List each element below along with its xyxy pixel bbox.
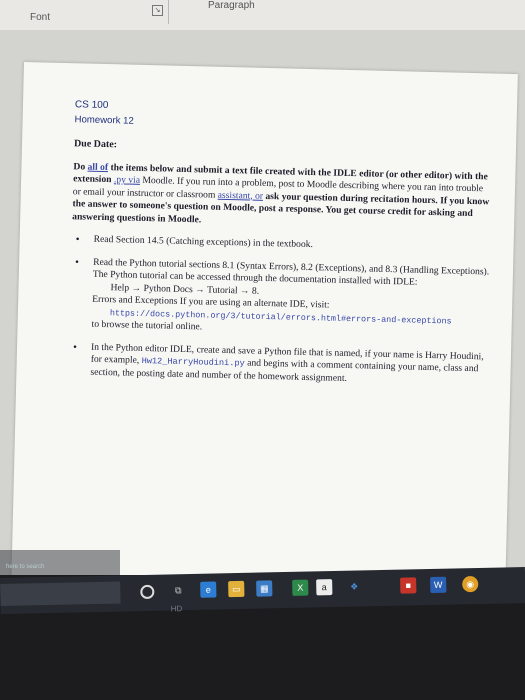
word-icon[interactable]: W [430, 576, 447, 593]
intro-extension: .py via [113, 174, 141, 186]
taskbar-reflection-label: HD [170, 604, 183, 614]
list-item: Read the Python tutorial sections 8.1 (S… [69, 256, 491, 341]
cortana-icon[interactable] [140, 584, 155, 600]
edge-icon[interactable]: e [200, 581, 217, 598]
excel-icon[interactable]: X [292, 579, 309, 596]
chrome-icon[interactable]: ◉ [462, 575, 479, 593]
bullet-1-text: Read Section 14.5 (Catching exceptions) … [93, 233, 314, 251]
task-list: Read Section 14.5 (Catching exceptions) … [68, 233, 491, 388]
document-area[interactable]: CS 100 Homework 12 Due Date: Do all of t… [0, 30, 525, 594]
app-red-icon[interactable]: ■ [400, 577, 417, 594]
bullet-3-filename: Hw12_HarryHoudini.py [141, 355, 245, 369]
task-view-icon[interactable]: ⧉ [170, 582, 186, 598]
group-divider [168, 0, 169, 24]
dropbox-icon[interactable]: ❖ [346, 578, 362, 594]
intro-paragraph: Do all of the items below and submit a t… [72, 161, 493, 234]
search-placeholder-text: here to search [6, 564, 45, 570]
list-item: Read Section 14.5 (Catching exceptions) … [72, 233, 492, 256]
font-group-label: Font [30, 12, 51, 23]
intro-text-1: Do [73, 160, 88, 173]
ribbon: Font ↘ Paragraph [0, 0, 525, 31]
file-explorer-icon[interactable]: ▭ [228, 580, 245, 598]
due-date-label: Due Date: [73, 138, 118, 151]
store-icon[interactable]: ▦ [256, 580, 273, 597]
intro-link-assistant[interactable]: assistant, or [218, 189, 264, 201]
taskbar-search-box[interactable] [0, 581, 121, 606]
list-item: In the Python editor IDLE, create and sa… [68, 341, 489, 389]
intro-link-all-of[interactable]: all of [87, 161, 108, 172]
document-page[interactable]: CS 100 Homework 12 Due Date: Do all of t… [11, 62, 518, 594]
document-content[interactable]: CS 100 Homework 12 Due Date: Do all of t… [68, 99, 495, 398]
app-a-icon[interactable]: a [316, 579, 333, 596]
intro-submit: submit [194, 163, 223, 176]
paragraph-group-label: Paragraph [208, 0, 255, 11]
font-dialog-launcher-icon[interactable]: ↘ [152, 5, 163, 16]
intro-text-2: the items below and [107, 161, 195, 175]
